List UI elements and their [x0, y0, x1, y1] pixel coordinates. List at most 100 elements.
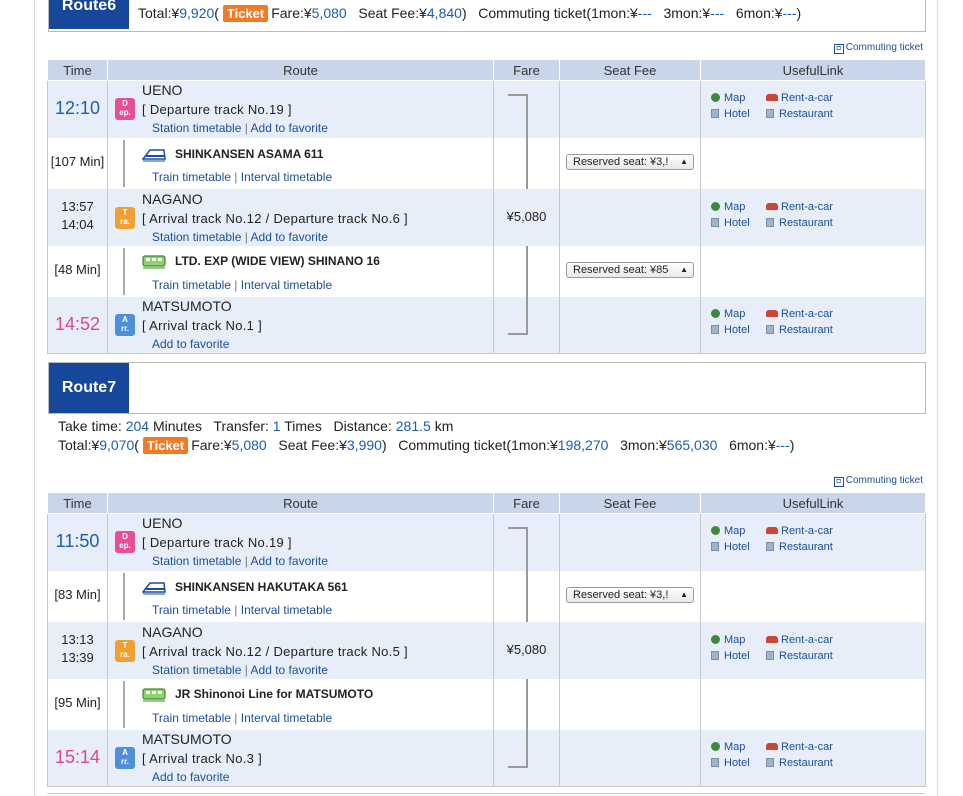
track-info: [ Arrival track No.12 / Departure track … — [142, 210, 408, 226]
hotel-link[interactable]: Hotel — [711, 108, 750, 120]
page-border-left — [34, 0, 35, 796]
distance-value: 281.5 — [395, 418, 431, 434]
add-to-favorite-link[interactable]: Add to favorite — [251, 663, 328, 677]
hotel-label: Hotel — [724, 323, 750, 336]
map-link[interactable]: Map — [711, 634, 745, 646]
table-row: [48 Min] LTD. EXP (WIDE VIEW) SHINANO 16… — [47, 245, 926, 297]
commuting-6mon: --- — [775, 437, 790, 453]
train-timetable-link[interactable]: Train timetable — [152, 711, 231, 725]
add-to-favorite-link[interactable]: Add to favorite — [152, 770, 229, 784]
interval-timetable-link[interactable]: Interval timetable — [241, 711, 332, 725]
route7-tab[interactable]: Route7 — [49, 363, 129, 413]
fare-cell — [493, 296, 560, 354]
interval-timetable-link[interactable]: Interval timetable — [241, 603, 332, 617]
interval-timetable-link[interactable]: Interval timetable — [241, 278, 332, 292]
hotel-link[interactable]: Hotel — [711, 324, 750, 336]
restaurant-link[interactable]: Restaurant — [766, 324, 833, 336]
train-timetable-link[interactable]: Train timetable — [152, 603, 231, 617]
map-label: Map — [724, 92, 746, 104]
seat-type-select[interactable]: Reserved seat: ¥85 ▲ — [566, 261, 694, 278]
route6-total-line: Total:¥9,920( Ticket Fare:¥5,080 Seat Fee… — [138, 5, 802, 22]
seat-fee-value: 4,840 — [426, 5, 462, 21]
route7-commuting-link[interactable]: ◘ Commuting ticket — [833, 475, 923, 487]
station-timetable-link[interactable]: Station timetable — [152, 554, 241, 568]
seat-type-select[interactable]: Reserved seat: ¥3,! ▲ — [566, 153, 694, 170]
seat-cell — [559, 678, 701, 730]
map-link[interactable]: Map — [711, 741, 745, 753]
rent-a-car-link[interactable]: Rent-a-car — [766, 308, 833, 320]
restaurant-link[interactable]: Restaurant — [766, 217, 833, 229]
fare-bracket — [508, 570, 528, 622]
map-label: Map — [724, 307, 746, 320]
table-row: 15:14 Arr. MATSUMOTO [ Arrival track No.… — [47, 729, 926, 787]
station-name[interactable]: NAGANO — [142, 624, 203, 640]
route7-total-line: Total:¥9,070( Ticket Fare:¥5,080 Seat Fee… — [58, 437, 795, 454]
station-timetable-link[interactable]: Station timetable — [152, 121, 241, 135]
rent-a-car-link[interactable]: Rent-a-car — [766, 92, 833, 104]
hotel-label: Hotel — [724, 108, 750, 120]
add-to-favorite-link[interactable]: Add to favorite — [251, 554, 328, 568]
hotel-link[interactable]: Hotel — [711, 217, 750, 229]
track-info: [ Departure track No.19 ] — [142, 102, 292, 117]
departure-icon: Dep. — [115, 98, 135, 120]
fare-bracket — [508, 678, 528, 730]
fare-value: ¥5,080 — [506, 208, 547, 224]
route6-tab[interactable]: Route6 — [49, 0, 129, 29]
local-train-icon — [142, 687, 166, 701]
map-link[interactable]: Map — [711, 201, 745, 213]
transfer-icon: Tra. — [115, 639, 135, 662]
restaurant-link[interactable]: Restaurant — [766, 650, 833, 662]
rent-a-car-link[interactable]: Rent-a-car — [766, 201, 833, 213]
rent-a-car-link[interactable]: Rent-a-car — [766, 741, 833, 753]
fare-bracket — [508, 729, 528, 768]
station-name[interactable]: MATSUMOTO — [142, 731, 232, 747]
route-cell: Dep. UENO [ Departure track No.19 ] Stat… — [107, 513, 494, 571]
station-name[interactable]: UENO — [142, 515, 182, 531]
station-timetable-link[interactable]: Station timetable — [152, 230, 241, 244]
hotel-icon — [711, 757, 719, 767]
shinkansen-icon — [142, 581, 166, 594]
seat-type-select[interactable]: Reserved seat: ¥3,! ▲ — [566, 586, 694, 603]
station-name[interactable]: MATSUMOTO — [142, 298, 232, 314]
route-line — [123, 680, 125, 728]
hotel-link[interactable]: Hotel — [711, 757, 750, 769]
add-to-favorite-link[interactable]: Add to favorite — [251, 230, 328, 244]
map-link[interactable]: Map — [711, 92, 745, 104]
commuting-1mon: 198,270 — [557, 437, 609, 453]
time-cell: 13:13 13:39 — [47, 621, 108, 679]
hotel-link[interactable]: Hotel — [711, 650, 750, 662]
add-to-favorite-link[interactable]: Add to favorite — [152, 337, 229, 351]
rent-a-car-link[interactable]: Rent-a-car — [766, 634, 833, 646]
rent-a-car-link[interactable]: Rent-a-car — [766, 525, 833, 537]
route-cell: Tra. NAGANO [ Arrival track No.12 / Depa… — [107, 188, 494, 246]
station-name[interactable]: UENO — [142, 82, 182, 98]
route6-commuting-link[interactable]: ◘ Commuting ticket — [833, 42, 923, 54]
station-timetable-link[interactable]: Station timetable — [152, 663, 241, 677]
ticket-badge: Ticket — [222, 5, 269, 22]
map-link[interactable]: Map — [711, 308, 745, 320]
restaurant-icon — [766, 757, 774, 767]
restaurant-icon — [766, 650, 774, 660]
train-timetable-link[interactable]: Train timetable — [152, 278, 231, 292]
map-link[interactable]: Map — [711, 525, 745, 537]
train-timetable-link[interactable]: Train timetable — [152, 170, 231, 184]
track-info: [ Departure track No.19 ] — [142, 535, 292, 550]
th-time: Time — [47, 59, 108, 81]
track-info: [ Arrival track No.3 ] — [142, 750, 263, 766]
add-to-favorite-link[interactable]: Add to favorite — [251, 121, 328, 135]
restaurant-link[interactable]: Restaurant — [766, 541, 833, 553]
interval-timetable-link[interactable]: Interval timetable — [241, 170, 332, 184]
hotel-icon — [711, 650, 719, 660]
train-name: LTD. EXP (WIDE VIEW) SHINANO 16 — [175, 253, 380, 268]
station-name[interactable]: NAGANO — [142, 191, 203, 207]
restaurant-link[interactable]: Restaurant — [766, 757, 833, 769]
restaurant-label: Restaurant — [779, 108, 833, 120]
restaurant-link[interactable]: Restaurant — [766, 108, 833, 120]
globe-icon — [711, 93, 720, 102]
commuting-6mon-label: 6mon:¥ — [729, 437, 776, 453]
seat-cell — [559, 80, 701, 138]
useful-cell: Map Rent-a-car Hotel Restaurant — [700, 188, 926, 246]
car-icon — [766, 635, 778, 643]
map-label: Map — [724, 633, 746, 646]
hotel-link[interactable]: Hotel — [711, 541, 750, 553]
